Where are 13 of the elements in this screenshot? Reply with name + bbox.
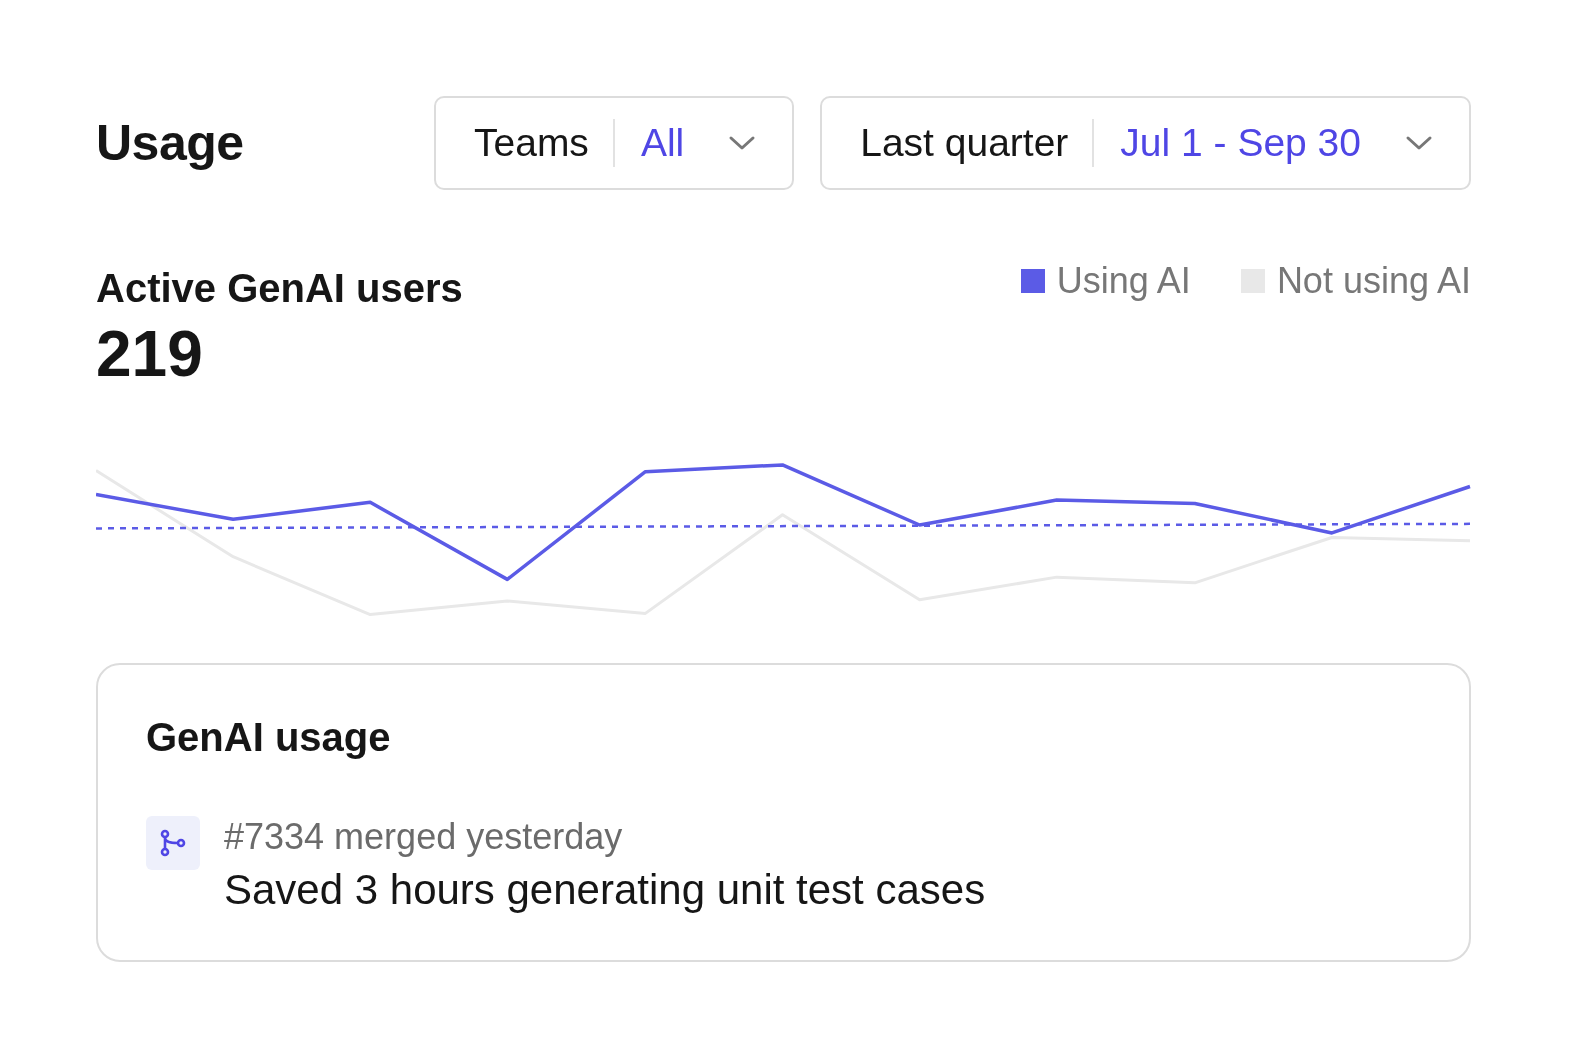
legend-label: Not using AI: [1276, 260, 1471, 302]
filter-dropdown[interactable]: Teams All: [434, 96, 795, 190]
chevron-down-icon: [1405, 135, 1433, 151]
legend-label: Using AI: [1056, 260, 1191, 302]
metric-value: 219: [96, 317, 204, 391]
metric-title: Active GenAI users: [96, 266, 463, 311]
card-title: GenAI usage: [146, 715, 392, 760]
filter-dropdown[interactable]: Last quarter Jul 1 - Sep 30: [820, 96, 1471, 190]
page-title: Usage: [96, 114, 244, 172]
chevron-down-icon: [728, 135, 757, 151]
item-text: Saved 3 hours generating unit test cases: [224, 866, 986, 914]
item-meta: #7334 merged yesterday: [224, 816, 624, 858]
merge-icon: [146, 816, 200, 870]
